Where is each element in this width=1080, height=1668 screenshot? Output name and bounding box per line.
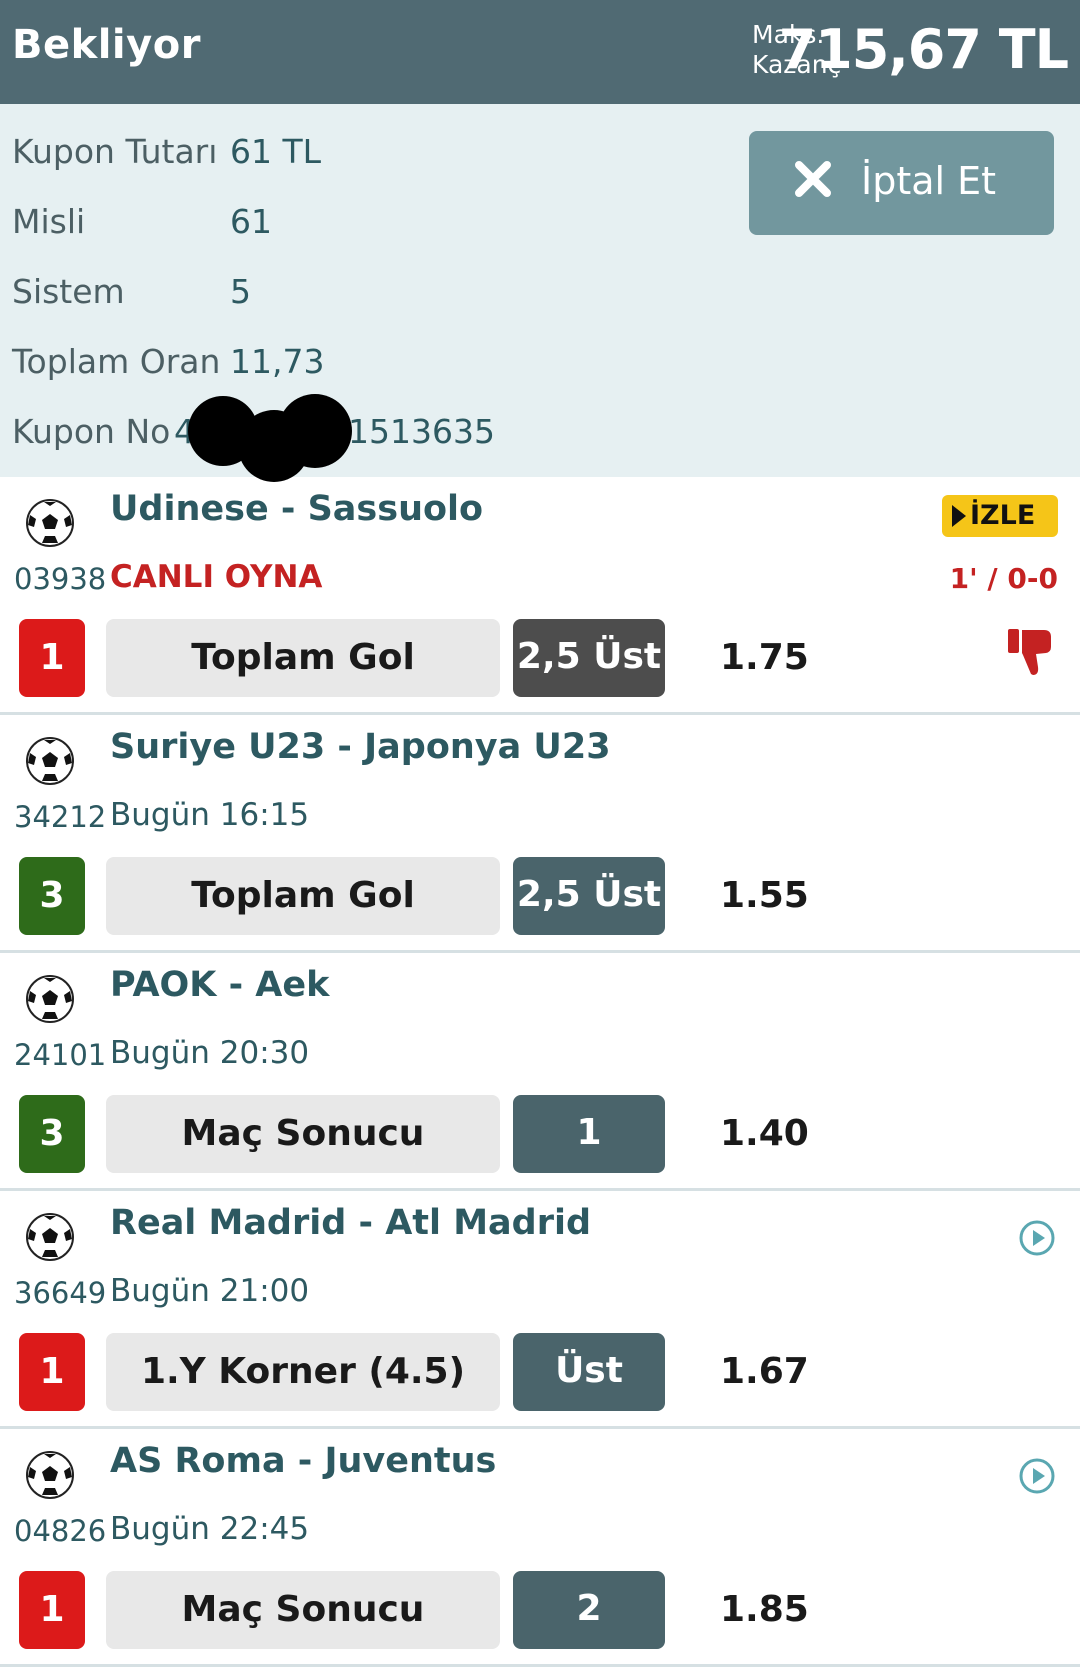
odds-value: 1.40 — [720, 1113, 809, 1154]
match-time: Bugün 16:15 — [110, 797, 310, 833]
soccer-ball-icon — [26, 499, 74, 547]
mbs-badge: 1 — [19, 619, 85, 697]
match-teams[interactable]: Real Madrid - Atl Madrid — [110, 1203, 591, 1243]
mbs-badge: 3 — [19, 1095, 85, 1173]
selection-badge: Üst — [513, 1333, 665, 1411]
match-teams[interactable]: AS Roma - Juventus — [110, 1441, 496, 1481]
play-circle-icon[interactable] — [1018, 1457, 1056, 1495]
match-code: 24101 — [14, 1038, 107, 1072]
odds-value: 1.55 — [720, 875, 809, 916]
match-teams[interactable]: PAOK - Aek — [110, 965, 329, 1005]
mbs-badge: 1 — [19, 1571, 85, 1649]
match-code: 03938 — [14, 562, 107, 596]
summary-row-multiplier: Misli 61 — [12, 202, 272, 241]
soccer-ball-icon — [26, 975, 74, 1023]
soccer-ball-icon — [26, 737, 74, 785]
match-row[interactable]: PAOK - Aek 24101 Bugün 20:30 3 Maç Sonuc… — [0, 953, 1080, 1191]
match-code: 04826 — [14, 1514, 107, 1548]
match-time: Bugün 20:30 — [110, 1035, 310, 1071]
match-time: Bugün 21:00 — [110, 1273, 310, 1309]
play-circle-icon[interactable] — [1018, 1219, 1056, 1257]
selection-badge: 2,5 Üst — [513, 619, 665, 697]
market-label: 1.Y Korner (4.5) — [106, 1333, 500, 1411]
summary-row-amount: Kupon Tutarı 61 TL — [12, 132, 322, 171]
soccer-ball-icon — [26, 1451, 74, 1499]
coupon-status: Bekliyor — [12, 22, 201, 68]
match-row[interactable]: AS Roma - Juventus 04826 Bugün 22:45 1 M… — [0, 1429, 1080, 1667]
soccer-ball-icon — [26, 1213, 74, 1261]
odds-value: 1.67 — [720, 1351, 809, 1392]
max-win-amount: 715,67 TL — [778, 18, 1069, 81]
match-row[interactable]: Udinese - Sassuolo İZLE 03938 CANLI OYNA… — [0, 477, 1080, 715]
match-time: Bugün 22:45 — [110, 1511, 310, 1547]
match-teams[interactable]: Suriye U23 - Japonya U23 — [110, 727, 611, 767]
live-score: 1' / 0-0 — [949, 562, 1058, 595]
selection-badge: 1 — [513, 1095, 665, 1173]
match-row[interactable]: Real Madrid - Atl Madrid 36649 Bugün 21:… — [0, 1191, 1080, 1429]
odds-value: 1.75 — [720, 637, 809, 678]
thumbs-down-icon — [1008, 629, 1051, 675]
market-label: Maç Sonucu — [106, 1095, 500, 1173]
summary-row-system: Sistem 5 — [12, 272, 251, 311]
header-bar: Bekliyor Maks. Kazanç 715,67 TL — [0, 0, 1080, 104]
watch-button[interactable]: İZLE — [942, 495, 1058, 537]
market-label: Toplam Gol — [106, 857, 500, 935]
cancel-coupon-button[interactable]: İptal Et — [749, 131, 1054, 235]
live-play-link[interactable]: CANLI OYNA — [110, 559, 322, 595]
summary-row-total-odds: Toplam Oran 11,73 — [12, 342, 325, 381]
match-row[interactable]: Suriye U23 - Japonya U23 34212 Bugün 16:… — [0, 715, 1080, 953]
play-icon — [952, 505, 966, 527]
summary-row-coupon-no: Kupon No 4 1513635 — [12, 412, 495, 451]
odds-value: 1.85 — [720, 1589, 809, 1630]
redaction-mark — [278, 394, 352, 468]
market-label: Toplam Gol — [106, 619, 500, 697]
mbs-badge: 1 — [19, 1333, 85, 1411]
selection-badge: 2 — [513, 1571, 665, 1649]
match-code: 36649 — [14, 1276, 107, 1310]
close-icon — [795, 161, 831, 197]
selection-badge: 2,5 Üst — [513, 857, 665, 935]
mbs-badge: 3 — [19, 857, 85, 935]
market-label: Maç Sonucu — [106, 1571, 500, 1649]
match-teams[interactable]: Udinese - Sassuolo — [110, 489, 483, 529]
match-code: 34212 — [14, 800, 107, 834]
